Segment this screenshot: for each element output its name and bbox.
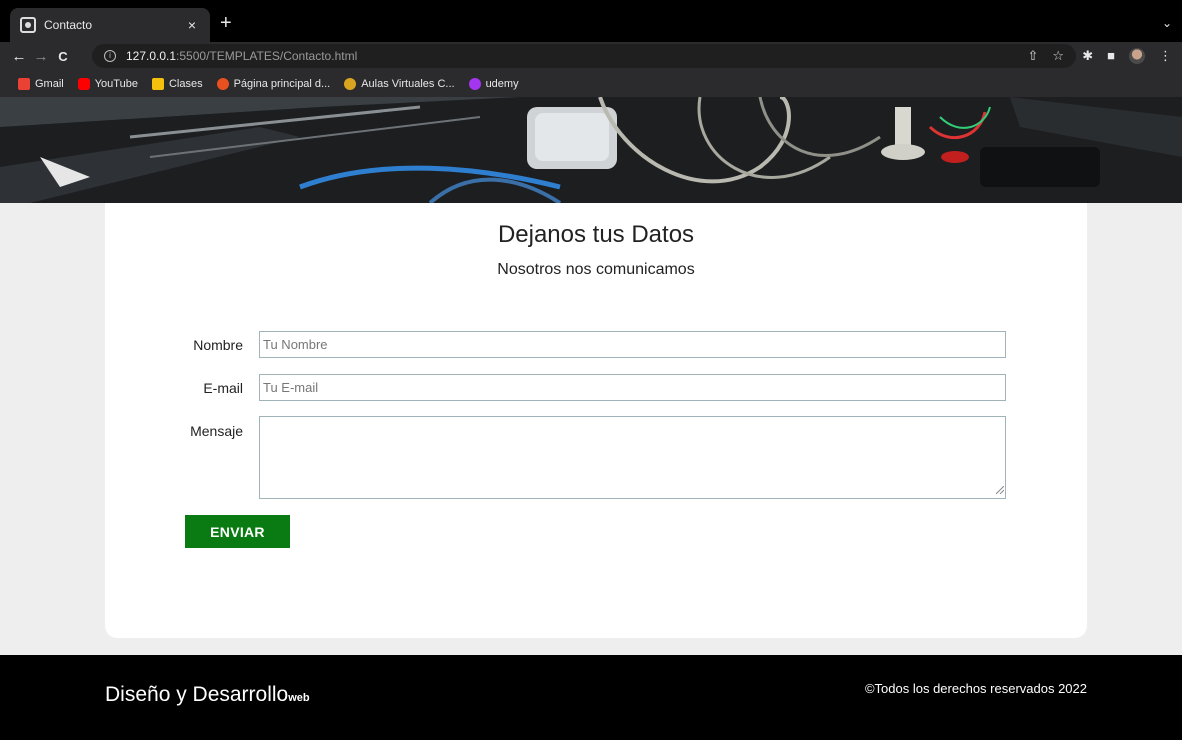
share-icon[interactable]: ⇧ [1027, 48, 1038, 64]
bookmark-gmail[interactable]: Gmail [18, 77, 64, 90]
submit-button[interactable]: ENVIAR [185, 515, 290, 548]
brand-main: Diseño y Desarrollo [105, 683, 289, 706]
extensions-puzzle-icon[interactable]: ✱ [1082, 48, 1093, 64]
side-panel-icon[interactable]: ■ [1107, 48, 1115, 64]
page-title: Dejanos tus Datos [497, 221, 695, 248]
browser-menu-icon[interactable]: ⋮ [1159, 48, 1172, 64]
email-label: E-mail [203, 380, 243, 396]
tab-title: Contacto [44, 18, 93, 32]
bookmark-aulas-virtuales[interactable]: Aulas Virtuales C... [344, 77, 455, 90]
hero-banner-image [0, 97, 1182, 203]
bookmark-youtube[interactable]: YouTube [77, 77, 138, 90]
gmail-icon [18, 77, 30, 90]
aulas-logo-icon [344, 77, 357, 90]
tab-contacto[interactable]: Contacto × [10, 8, 210, 42]
youtube-icon [77, 77, 90, 90]
site-footer: Diseño y Desarrolloweb ©Todos los derech… [0, 655, 1182, 740]
classroom-icon [151, 77, 164, 90]
contact-card: Dejanos tus Datos Nosotros nos comunicam… [105, 203, 1087, 638]
browser-toolbar: ← → C i 127.0.0.1 :5500/TEMPLATES/Contac… [0, 42, 1182, 70]
bookmark-star-icon[interactable]: ☆ [1052, 48, 1064, 64]
tab-search-icon[interactable]: ⌄ [1162, 16, 1172, 30]
name-input[interactable] [259, 331, 1006, 358]
site-logo-icon [216, 77, 229, 90]
message-label: Mensaje [190, 423, 243, 439]
bookmark-clases[interactable]: Clases [151, 77, 203, 90]
url-host: 127.0.0.1 [126, 49, 177, 63]
udemy-icon [468, 77, 481, 90]
name-label: Nombre [193, 337, 243, 353]
page-favicon-icon [20, 17, 36, 33]
forward-icon[interactable]: → [30, 48, 52, 65]
browser-window: Contacto × + ⌄ ← → C i 127.0.0.1 :5500/T… [0, 0, 1182, 740]
profile-avatar[interactable] [1129, 48, 1145, 64]
bookmark-pagina-principal[interactable]: Página principal d... [216, 77, 330, 90]
footer-brand: Diseño y Desarrolloweb [105, 683, 310, 707]
bookmarks-bar: Gmail YouTube Clases Página principal d.… [0, 70, 1182, 97]
tab-strip: Contacto × + ⌄ [0, 0, 1182, 42]
page-viewport: Dejanos tus Datos Nosotros nos comunicam… [0, 97, 1182, 740]
address-bar[interactable]: i 127.0.0.1 :5500/TEMPLATES/Contacto.htm… [92, 44, 1076, 68]
tab-close-icon[interactable]: × [184, 17, 200, 33]
cables-photo [0, 97, 1182, 203]
email-input[interactable] [259, 374, 1006, 401]
new-tab-icon[interactable]: + [220, 13, 232, 33]
message-textarea[interactable] [259, 416, 1006, 499]
url-path: :5500/TEMPLATES/Contacto.html [176, 49, 358, 63]
reload-icon[interactable]: C [52, 49, 74, 64]
copyright-text: ©Todos los derechos reservados 2022 [864, 681, 1087, 696]
bookmark-udemy[interactable]: udemy [468, 77, 519, 90]
brand-suffix: web [288, 692, 310, 704]
page-subtitle: Nosotros nos comunicamos [497, 261, 695, 278]
site-info-icon[interactable]: i [104, 50, 116, 62]
resize-handle-icon[interactable] [996, 486, 1004, 494]
back-icon[interactable]: ← [8, 48, 30, 65]
